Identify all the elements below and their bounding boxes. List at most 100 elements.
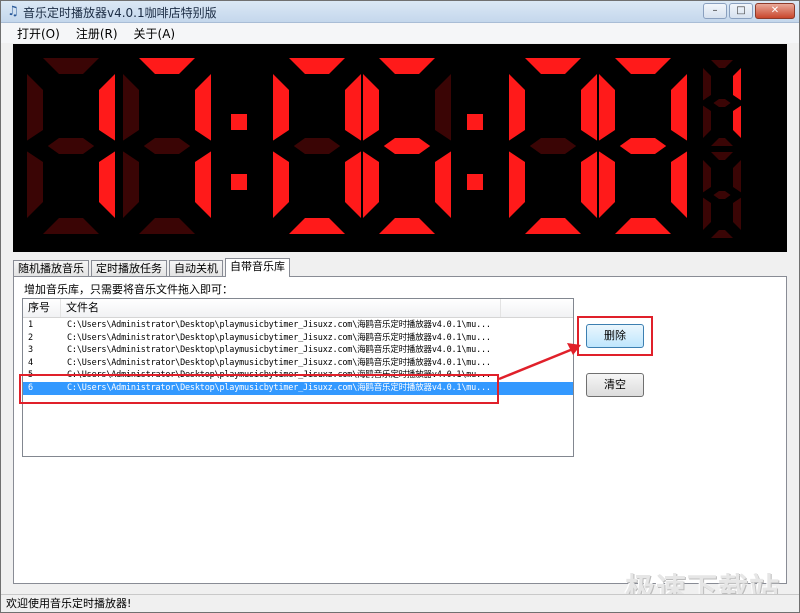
table-row[interactable]: 3 C:\Users\Administrator\Desktop\playmus… (23, 344, 573, 357)
led-segment-f (273, 74, 289, 141)
status-bar: 欢迎使用音乐定时播放器! (1, 594, 799, 612)
led-segment-g (713, 99, 731, 107)
music-file-list[interactable]: 序号 文件名 1 C:\Users\Administrator\Desktop\… (22, 298, 574, 457)
row-path: C:\Users\Administrator\Desktop\playmusic… (67, 382, 491, 393)
led-segment-a (711, 60, 733, 68)
led-segment-e (509, 151, 525, 218)
led-segment-a (379, 58, 435, 74)
led-clock-svg (27, 58, 741, 238)
tab-music-library[interactable]: 自带音乐库 (225, 258, 290, 277)
led-segment-g (47, 138, 95, 154)
led-segment-c (99, 151, 115, 218)
led-segment-e (599, 151, 615, 218)
table-row[interactable]: 1 C:\Users\Administrator\Desktop\playmus… (23, 319, 573, 332)
tab-scheduled-tasks[interactable]: 定时播放任务 (91, 260, 167, 277)
led-segment-g (293, 138, 341, 154)
led-segment-a (43, 58, 99, 74)
maximize-icon[interactable]: □ (729, 3, 753, 19)
clock-colon-2-dot (467, 174, 483, 190)
row-path: C:\Users\Administrator\Desktop\playmusic… (67, 370, 491, 381)
tab-random-play[interactable]: 随机播放音乐 (13, 260, 89, 277)
row-path: C:\Users\Administrator\Desktop\playmusic… (67, 320, 491, 330)
row-index: 1 (28, 320, 34, 330)
led-segment-b (435, 74, 451, 141)
list-body: 1 C:\Users\Administrator\Desktop\playmus… (23, 319, 573, 395)
led-segment-d (289, 218, 345, 234)
led-clock-display (13, 44, 787, 252)
led-segment-f (703, 68, 711, 101)
led-segment-e (363, 151, 379, 218)
clock-colon-2-dot (467, 114, 483, 130)
led-segment-f (599, 74, 615, 141)
clock-colon-1-dot (231, 174, 247, 190)
minimize-icon[interactable]: – (703, 3, 727, 19)
led-segment-d (139, 218, 195, 234)
led-segment-e (703, 197, 711, 230)
clock-digit-4 (363, 58, 451, 234)
status-text: 欢迎使用音乐定时播放器! (6, 597, 132, 610)
clock-small-digit (703, 60, 741, 146)
led-segment-b (195, 74, 211, 141)
column-index[interactable]: 序号 (23, 299, 61, 317)
led-segment-g (529, 138, 577, 154)
led-segment-e (123, 151, 139, 218)
row-index: 5 (28, 370, 34, 381)
led-segment-b (671, 74, 687, 141)
title-bar[interactable]: ♫ 音乐定时播放器v4.0.1咖啡店特别版 – □ ✕ (1, 1, 799, 23)
led-segment-f (123, 74, 139, 141)
led-segment-c (581, 151, 597, 218)
row-index: 2 (28, 332, 34, 343)
table-row[interactable]: 4 C:\Users\Administrator\Desktop\playmus… (23, 357, 573, 370)
led-segment-c (435, 151, 451, 218)
led-segment-c (345, 151, 361, 218)
led-segment-a (525, 58, 581, 74)
led-segment-c (733, 197, 741, 230)
led-segment-f (509, 74, 525, 141)
row-path: C:\Users\Administrator\Desktop\playmusic… (67, 332, 491, 343)
menu-bar: 打开(O) 注册(R) 关于(A) (1, 23, 799, 43)
close-icon[interactable]: ✕ (755, 3, 795, 19)
clock-digit-3 (273, 58, 361, 234)
app-window: ♫ 音乐定时播放器v4.0.1咖啡店特别版 – □ ✕ 打开(O) 注册(R) … (0, 0, 800, 613)
window-controls: – □ ✕ (703, 3, 795, 19)
led-segment-g (383, 138, 431, 154)
led-segment-d (711, 138, 733, 146)
led-segment-c (733, 105, 741, 138)
table-row[interactable]: 5 C:\Users\Administrator\Desktop\playmus… (23, 369, 573, 382)
menu-open[interactable]: 打开(O) (9, 25, 68, 42)
clock-digit-6 (599, 58, 687, 234)
led-segment-e (703, 105, 711, 138)
led-segment-e (27, 151, 43, 218)
led-segment-c (671, 151, 687, 218)
menu-about[interactable]: 关于(A) (126, 25, 184, 42)
clock-digit-1 (27, 58, 115, 234)
tab-auto-shutdown[interactable]: 自动关机 (169, 260, 223, 277)
column-empty (501, 299, 573, 317)
led-segment-b (99, 74, 115, 141)
clock-digit-5 (509, 58, 597, 234)
led-segment-d (43, 218, 99, 234)
led-segment-f (703, 160, 711, 193)
led-segment-e (273, 151, 289, 218)
led-segment-g (713, 191, 731, 199)
list-header: 序号 文件名 (23, 299, 573, 318)
led-segment-a (711, 152, 733, 160)
led-segment-b (345, 74, 361, 141)
led-segment-a (139, 58, 195, 74)
delete-button[interactable]: 删除 (586, 324, 644, 348)
clear-button[interactable]: 清空 (586, 373, 644, 397)
led-segment-b (733, 68, 741, 101)
menu-register[interactable]: 注册(R) (68, 25, 126, 42)
table-row[interactable]: 2 C:\Users\Administrator\Desktop\playmus… (23, 332, 573, 345)
table-row-selected[interactable]: 6 C:\Users\Administrator\Desktop\playmus… (23, 381, 573, 395)
led-segment-a (615, 58, 671, 74)
led-segment-d (379, 218, 435, 234)
led-segment-d (615, 218, 671, 234)
led-segment-f (363, 74, 379, 141)
led-segment-d (525, 218, 581, 234)
column-filename[interactable]: 文件名 (61, 299, 501, 317)
drag-hint-label: 增加音乐库，只需要将音乐文件拖入即可： (24, 283, 233, 296)
led-segment-f (27, 74, 43, 141)
led-segment-d (711, 230, 733, 238)
led-segment-g (619, 138, 667, 154)
